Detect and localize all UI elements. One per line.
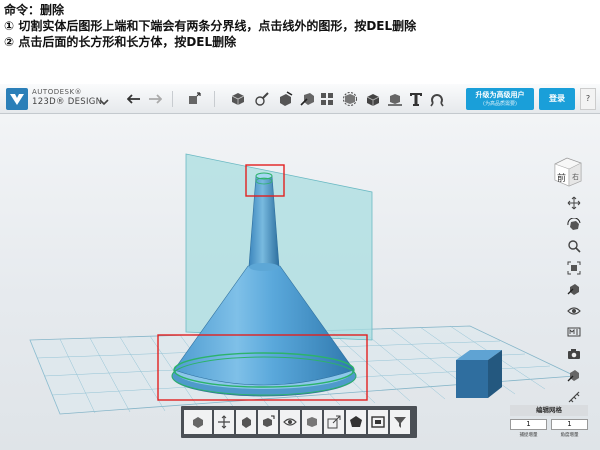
snap-increment-label: 捕捉增量 [519,433,538,438]
camera-icon[interactable] [565,345,583,363]
select-solid-icon[interactable] [184,410,212,434]
material-icon[interactable] [565,323,583,341]
upgrade-sublabel: (为高品质需要) [483,101,517,107]
cube-solid[interactable] [456,350,502,398]
visibility-icon[interactable] [565,302,583,320]
measure-icon[interactable] [386,90,404,108]
pan-icon[interactable] [565,194,583,212]
chevron-down-icon[interactable] [98,93,110,106]
upgrade-label: 升级为高级用户 [475,91,525,99]
viewcube[interactable]: 前 右 [551,154,585,188]
redo-icon[interactable] [146,90,164,108]
shell-icon[interactable] [346,410,366,434]
app-logo-icon[interactable] [6,88,28,110]
zoom-icon[interactable] [565,237,583,255]
scale-icon[interactable] [258,410,278,434]
angle-increment-field[interactable]: 1 [551,419,588,430]
edit-grid-panel: 编辑网格 1 1 捕捉增量 角度增量 [510,405,588,445]
instruction-step-1: ① 切割实体后图形上端和下端会有两条分界线，点击线外的图形，按DEL删除 [4,19,417,33]
fit-icon[interactable] [565,259,583,277]
brand-autodesk: AUTODESK® [32,88,83,96]
primitives-icon[interactable] [229,90,247,108]
brand-name: 123D® DESIGN [32,97,103,107]
orbit-icon[interactable] [565,216,583,234]
frame-icon[interactable] [368,410,388,434]
filter-icon[interactable] [390,410,410,434]
undo-icon[interactable] [125,90,143,108]
material-cube-icon[interactable] [302,410,322,434]
angle-increment-label: 角度增量 [560,433,579,438]
scene-canvas[interactable] [0,114,600,450]
view-mode-icon[interactable] [565,280,583,298]
snap-grid-icon[interactable] [565,366,583,384]
snap-icon[interactable] [428,90,446,108]
upgrade-button[interactable]: 升级为高级用户 (为高品质需要) [466,88,534,110]
sketch-icon[interactable] [253,90,271,108]
instruction-title: 命令：删除 [4,3,65,17]
bottom-toolbar [181,406,417,438]
viewcube-face-label: 前 [557,172,566,184]
rotate-icon[interactable] [236,410,256,434]
move-icon[interactable] [214,410,234,434]
group-icon[interactable] [341,90,359,108]
help-button[interactable]: ? [580,88,596,110]
app-window: AUTODESK® 123D® DESIGN 升级为高级用户 (为高品质需要) … [0,84,600,450]
toolbar-divider [214,91,215,107]
text-icon[interactable] [407,90,425,108]
toolbar-divider [172,91,173,107]
pattern-icon[interactable] [318,90,336,108]
export-icon[interactable] [324,410,344,434]
combine-icon[interactable] [364,90,382,108]
viewcube-side-label: 右 [572,172,579,181]
3d-viewport[interactable]: 前 右 编辑网格 1 1 捕捉增量 角度增量 [0,114,600,450]
construct-icon[interactable] [276,90,294,108]
snap-increment-field[interactable]: 1 [510,419,547,430]
login-button[interactable]: 登录 [539,88,575,110]
transform-icon[interactable] [186,90,204,108]
edit-grid-title[interactable]: 编辑网格 [510,405,588,416]
instruction-step-2: ② 点击后面的长方形和长方体，按DEL删除 [4,35,237,49]
instructions: 命令：删除 ① 切割实体后图形上端和下端会有两条分界线，点击线外的图形，按DEL… [4,2,596,50]
ruler-icon[interactable] [565,388,583,406]
eye-icon[interactable] [280,410,300,434]
navigation-bar [565,194,583,409]
top-toolbar: AUTODESK® 123D® DESIGN 升级为高级用户 (为高品质需要) … [0,84,600,114]
modify-icon[interactable] [299,90,317,108]
